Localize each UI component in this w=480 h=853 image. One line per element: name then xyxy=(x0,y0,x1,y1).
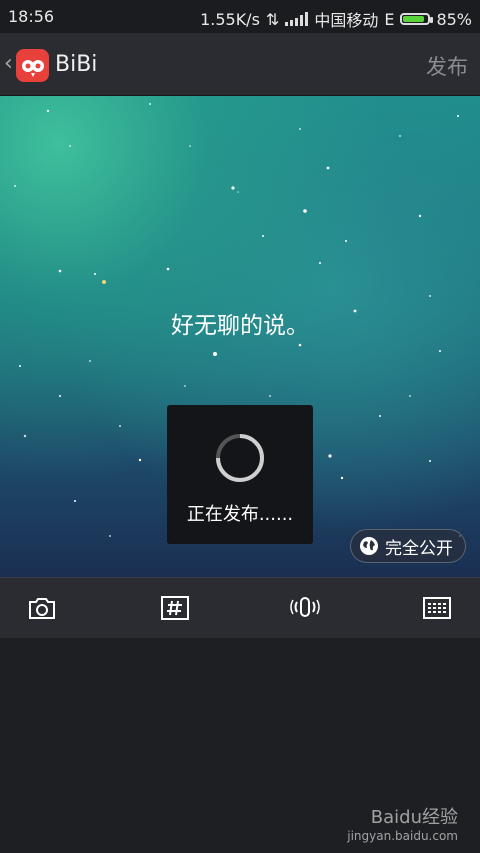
status-bar: 18:56 1.55K/s ⇅ 中国移动 E 85% xyxy=(0,0,480,33)
camera-button[interactable] xyxy=(26,594,58,622)
hashtag-icon xyxy=(161,596,189,620)
loading-spinner-icon xyxy=(216,434,264,482)
owl-logo-icon xyxy=(21,59,44,77)
battery-icon xyxy=(400,13,434,25)
loading-dialog: 正在发布...... xyxy=(167,405,313,544)
network-type: E xyxy=(384,9,395,29)
status-time: 18:56 xyxy=(8,7,55,26)
back-icon[interactable]: ‹ xyxy=(4,51,13,76)
watermark: Baidu经验 jingyan.baidu.com xyxy=(347,803,458,843)
loading-text: 正在发布...... xyxy=(186,504,294,525)
watermark-url: jingyan.baidu.com xyxy=(347,829,458,843)
publish-button[interactable]: 发布 xyxy=(426,51,468,81)
keyboard-icon xyxy=(423,597,451,619)
data-transfer-icon: ⇅ xyxy=(265,9,280,29)
privacy-label: 完全公开 xyxy=(385,538,453,559)
title-bar: ‹ BiBi 发布 xyxy=(0,33,480,96)
signal-icon xyxy=(285,12,309,26)
carrier-name: 中国移动 xyxy=(314,11,379,30)
bottom-area: Baidu经验 jingyan.baidu.com xyxy=(0,638,480,853)
globe-icon xyxy=(360,537,378,555)
network-speed: 1.55K/s xyxy=(200,9,260,29)
voice-icon xyxy=(290,597,320,617)
keyboard-button[interactable] xyxy=(421,594,453,622)
camera-icon xyxy=(29,598,55,619)
privacy-toggle[interactable]: 完全公开 xyxy=(350,529,466,563)
voice-button[interactable] xyxy=(289,594,321,622)
app-logo[interactable] xyxy=(16,49,49,82)
battery-percent: 85% xyxy=(436,9,472,29)
status-right: 1.55K/s ⇅ 中国移动 E 85% xyxy=(200,7,472,31)
hashtag-button[interactable] xyxy=(159,594,191,622)
app-title: BiBi xyxy=(55,52,98,77)
battery-fill xyxy=(403,16,424,22)
toolbar xyxy=(0,577,480,638)
post-text[interactable]: 好无聊的说。 xyxy=(0,306,480,340)
watermark-text: Baidu经验 xyxy=(370,807,458,828)
